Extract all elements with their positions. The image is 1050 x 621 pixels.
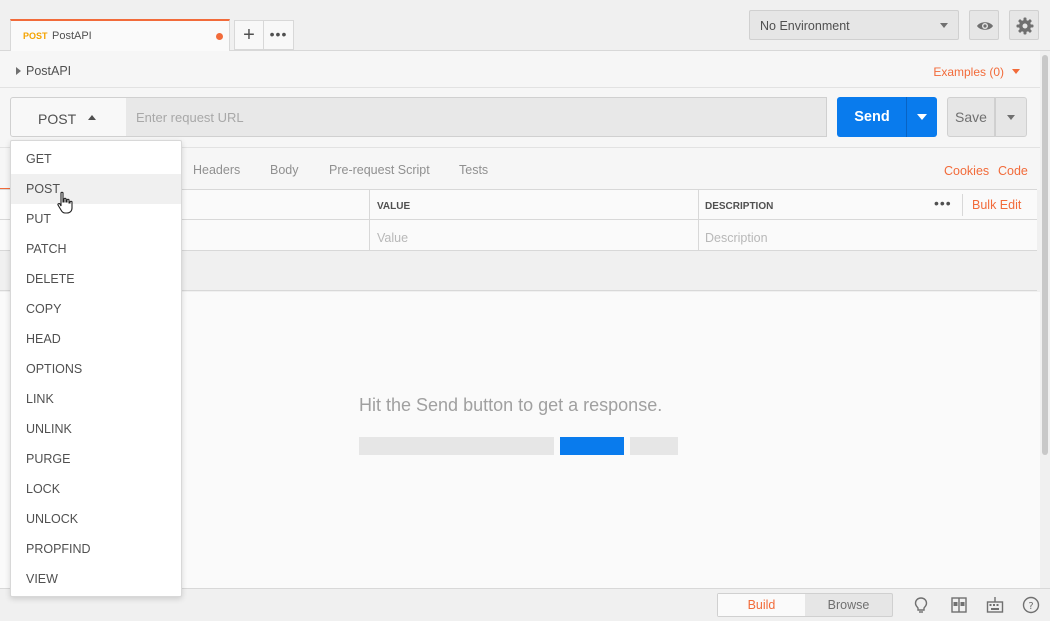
method-option-copy[interactable]: COPY (11, 294, 181, 324)
request-tab[interactable]: POST PostAPI (10, 19, 230, 51)
method-select-label: POST (38, 111, 77, 127)
eye-icon (977, 22, 993, 30)
method-option-delete[interactable]: DELETE (11, 264, 181, 294)
environment-select-label: No Environment (760, 19, 850, 33)
environment-quicklook-button[interactable] (969, 10, 999, 40)
tab-method-label: POST (23, 31, 48, 41)
method-option-head[interactable]: HEAD (11, 324, 181, 354)
tab-headers[interactable]: Headers (193, 163, 240, 177)
column-header-description: DESCRIPTION (705, 201, 774, 212)
method-select[interactable]: POST (10, 97, 127, 137)
save-button[interactable]: Save (947, 97, 995, 137)
tab-bar: POST PostAPI + ••• No Environment (0, 0, 1050, 51)
examples-link[interactable]: Examples (0) (933, 65, 1004, 79)
scrollbar-thumb[interactable] (1042, 55, 1048, 455)
method-option-unlock[interactable]: UNLOCK (11, 504, 181, 534)
method-option-put[interactable]: PUT (11, 204, 181, 234)
url-bar: POST Send Save (0, 88, 1040, 148)
gear-icon (1016, 17, 1034, 35)
method-option-purge[interactable]: PURGE (11, 444, 181, 474)
tab-tests[interactable]: Tests (459, 163, 488, 177)
table-more-button[interactable]: ••• (934, 195, 952, 211)
description-input[interactable]: Description (705, 231, 768, 245)
chevron-up-icon (88, 115, 96, 120)
chevron-down-icon (940, 23, 948, 28)
method-option-options[interactable]: OPTIONS (11, 354, 181, 384)
environment-select[interactable]: No Environment (749, 10, 959, 40)
browse-button[interactable]: Browse (805, 594, 892, 616)
method-option-unlink[interactable]: UNLINK (11, 414, 181, 444)
code-link[interactable]: Code (998, 164, 1028, 178)
two-pane-icon[interactable] (950, 596, 968, 614)
keyboard-icon[interactable] (986, 596, 1004, 614)
lightbulb-icon[interactable] (912, 596, 930, 614)
expand-caret-icon[interactable] (16, 67, 21, 75)
cookies-link[interactable]: Cookies (944, 164, 989, 178)
divider (962, 194, 963, 216)
hand-pointer-cursor-icon (57, 191, 73, 214)
build-button[interactable]: Build (718, 594, 805, 616)
svg-text:?: ? (1028, 601, 1033, 612)
response-placeholder-bar-highlight (560, 437, 624, 455)
column-header-value: VALUE (377, 201, 411, 212)
tab-more-button[interactable]: ••• (264, 20, 294, 50)
response-placeholder-bar (630, 437, 678, 455)
chevron-down-icon (917, 114, 927, 120)
method-option-get[interactable]: GET (11, 144, 181, 174)
tab-name-label: PostAPI (52, 30, 92, 42)
tab-pre-request-script[interactable]: Pre-request Script (329, 163, 430, 177)
method-option-link[interactable]: LINK (11, 384, 181, 414)
vertical-scrollbar[interactable] (1040, 51, 1050, 588)
method-option-post[interactable]: POST (11, 174, 181, 204)
settings-button[interactable] (1009, 10, 1039, 40)
response-empty-message: Hit the Send button to get a response. (359, 395, 663, 415)
column-divider (698, 190, 699, 250)
new-tab-button[interactable]: + (234, 20, 264, 50)
unsaved-dot-icon (216, 33, 223, 40)
send-options-button[interactable] (906, 97, 937, 137)
send-button[interactable]: Send (837, 97, 907, 137)
method-option-propfind[interactable]: PROPFIND (11, 534, 181, 564)
examples-chevron-down-icon[interactable] (1012, 69, 1020, 74)
method-dropdown-menu: GET POST PUT PATCH DELETE COPY HEAD OPTI… (10, 140, 182, 597)
chevron-down-icon (1007, 115, 1015, 120)
column-divider (369, 190, 370, 250)
method-option-lock[interactable]: LOCK (11, 474, 181, 504)
request-url-input[interactable] (126, 97, 827, 137)
build-browse-toggle: Build Browse (717, 593, 893, 617)
method-option-patch[interactable]: PATCH (11, 234, 181, 264)
tab-body[interactable]: Body (270, 163, 299, 177)
request-name: PostAPI (26, 64, 72, 78)
save-options-button[interactable] (995, 97, 1027, 137)
response-placeholder-bar (359, 437, 554, 455)
value-input[interactable]: Value (377, 231, 408, 245)
help-icon[interactable]: ? (1022, 596, 1040, 614)
method-option-view[interactable]: VIEW (11, 564, 181, 594)
bulk-edit-link[interactable]: Bulk Edit (972, 198, 1021, 212)
request-name-bar: PostAPI Examples (0) (0, 51, 1040, 88)
